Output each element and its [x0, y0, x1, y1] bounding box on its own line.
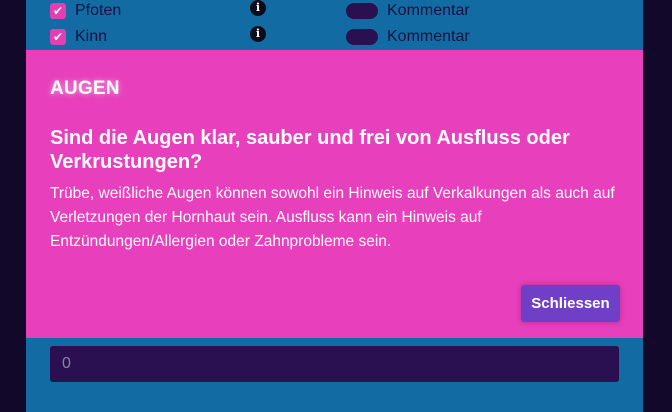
- number-input[interactable]: 0: [50, 346, 619, 382]
- form-row-pfoten: ✔ Pfoten i Kommentar: [26, 0, 643, 24]
- modal-question: Sind die Augen klar, sauber und frei von…: [50, 127, 570, 173]
- info-modal: AUGEN Sind die Augen klar, sauber und fr…: [26, 50, 643, 338]
- toggle-label: Kommentar: [387, 2, 470, 19]
- modal-body-text: Trübe, weißliche Augen können sowohl ein…: [50, 185, 615, 250]
- row-label: Pfoten: [75, 2, 122, 19]
- comment-toggle[interactable]: [346, 3, 378, 19]
- info-icon[interactable]: i: [250, 0, 266, 16]
- close-button[interactable]: Schliessen: [521, 285, 620, 322]
- modal-title: AUGEN: [50, 78, 120, 99]
- row-label: Kinn: [75, 28, 108, 45]
- checkbox-pfoten[interactable]: ✔: [50, 3, 66, 19]
- checkbox-kinn[interactable]: ✔: [50, 29, 66, 45]
- info-icon[interactable]: i: [250, 26, 266, 42]
- number-input-value: 0: [62, 355, 71, 372]
- comment-toggle[interactable]: [346, 29, 378, 45]
- toggle-label: Kommentar: [387, 28, 470, 45]
- form-row-kinn: ✔ Kinn i Kommentar: [26, 26, 643, 50]
